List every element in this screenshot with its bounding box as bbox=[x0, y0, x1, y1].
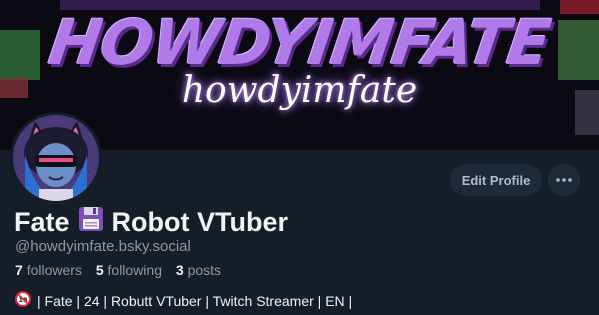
floppy-disk-icon bbox=[78, 206, 104, 239]
following-link[interactable]: 5 following bbox=[96, 262, 166, 278]
followers-link[interactable]: 7 followers bbox=[15, 262, 86, 278]
profile-page: HOWDYIMFATE howdyimfate Edit Profile Fat… bbox=[0, 0, 599, 315]
edit-profile-button[interactable]: Edit Profile bbox=[450, 164, 542, 196]
profile-bio: 18 | Fate | 24 | Robutt VTuber | Twitch … bbox=[15, 291, 352, 310]
avatar-image bbox=[13, 115, 99, 201]
followers-count: 7 bbox=[15, 262, 23, 278]
banner-title: HOWDYIMFATE bbox=[44, 6, 555, 79]
following-count: 5 bbox=[95, 262, 104, 278]
posts-stat: 3 posts bbox=[176, 262, 221, 278]
display-name-rest: Robot VTuber bbox=[111, 207, 289, 237]
more-options-button[interactable] bbox=[548, 164, 580, 196]
profile-handle: @howdyimfate.bsky.social bbox=[15, 238, 191, 255]
posts-count: 3 bbox=[175, 262, 184, 278]
ellipsis-icon bbox=[556, 178, 572, 182]
following-label: following bbox=[107, 262, 162, 278]
posts-label: posts bbox=[187, 262, 222, 278]
no-under-18-icon: 18 bbox=[15, 291, 31, 310]
display-name-first: Fate bbox=[14, 207, 70, 237]
followers-label: followers bbox=[26, 262, 82, 278]
bio-text: | Fate | 24 | Robutt VTuber | Twitch Str… bbox=[37, 292, 353, 309]
avatar[interactable] bbox=[10, 112, 102, 204]
display-name: Fate Robot VTuber bbox=[14, 206, 288, 239]
banner-script-text: howdyimfate bbox=[181, 70, 418, 111]
profile-stats: 7 followers 5 following 3 posts bbox=[15, 262, 231, 278]
